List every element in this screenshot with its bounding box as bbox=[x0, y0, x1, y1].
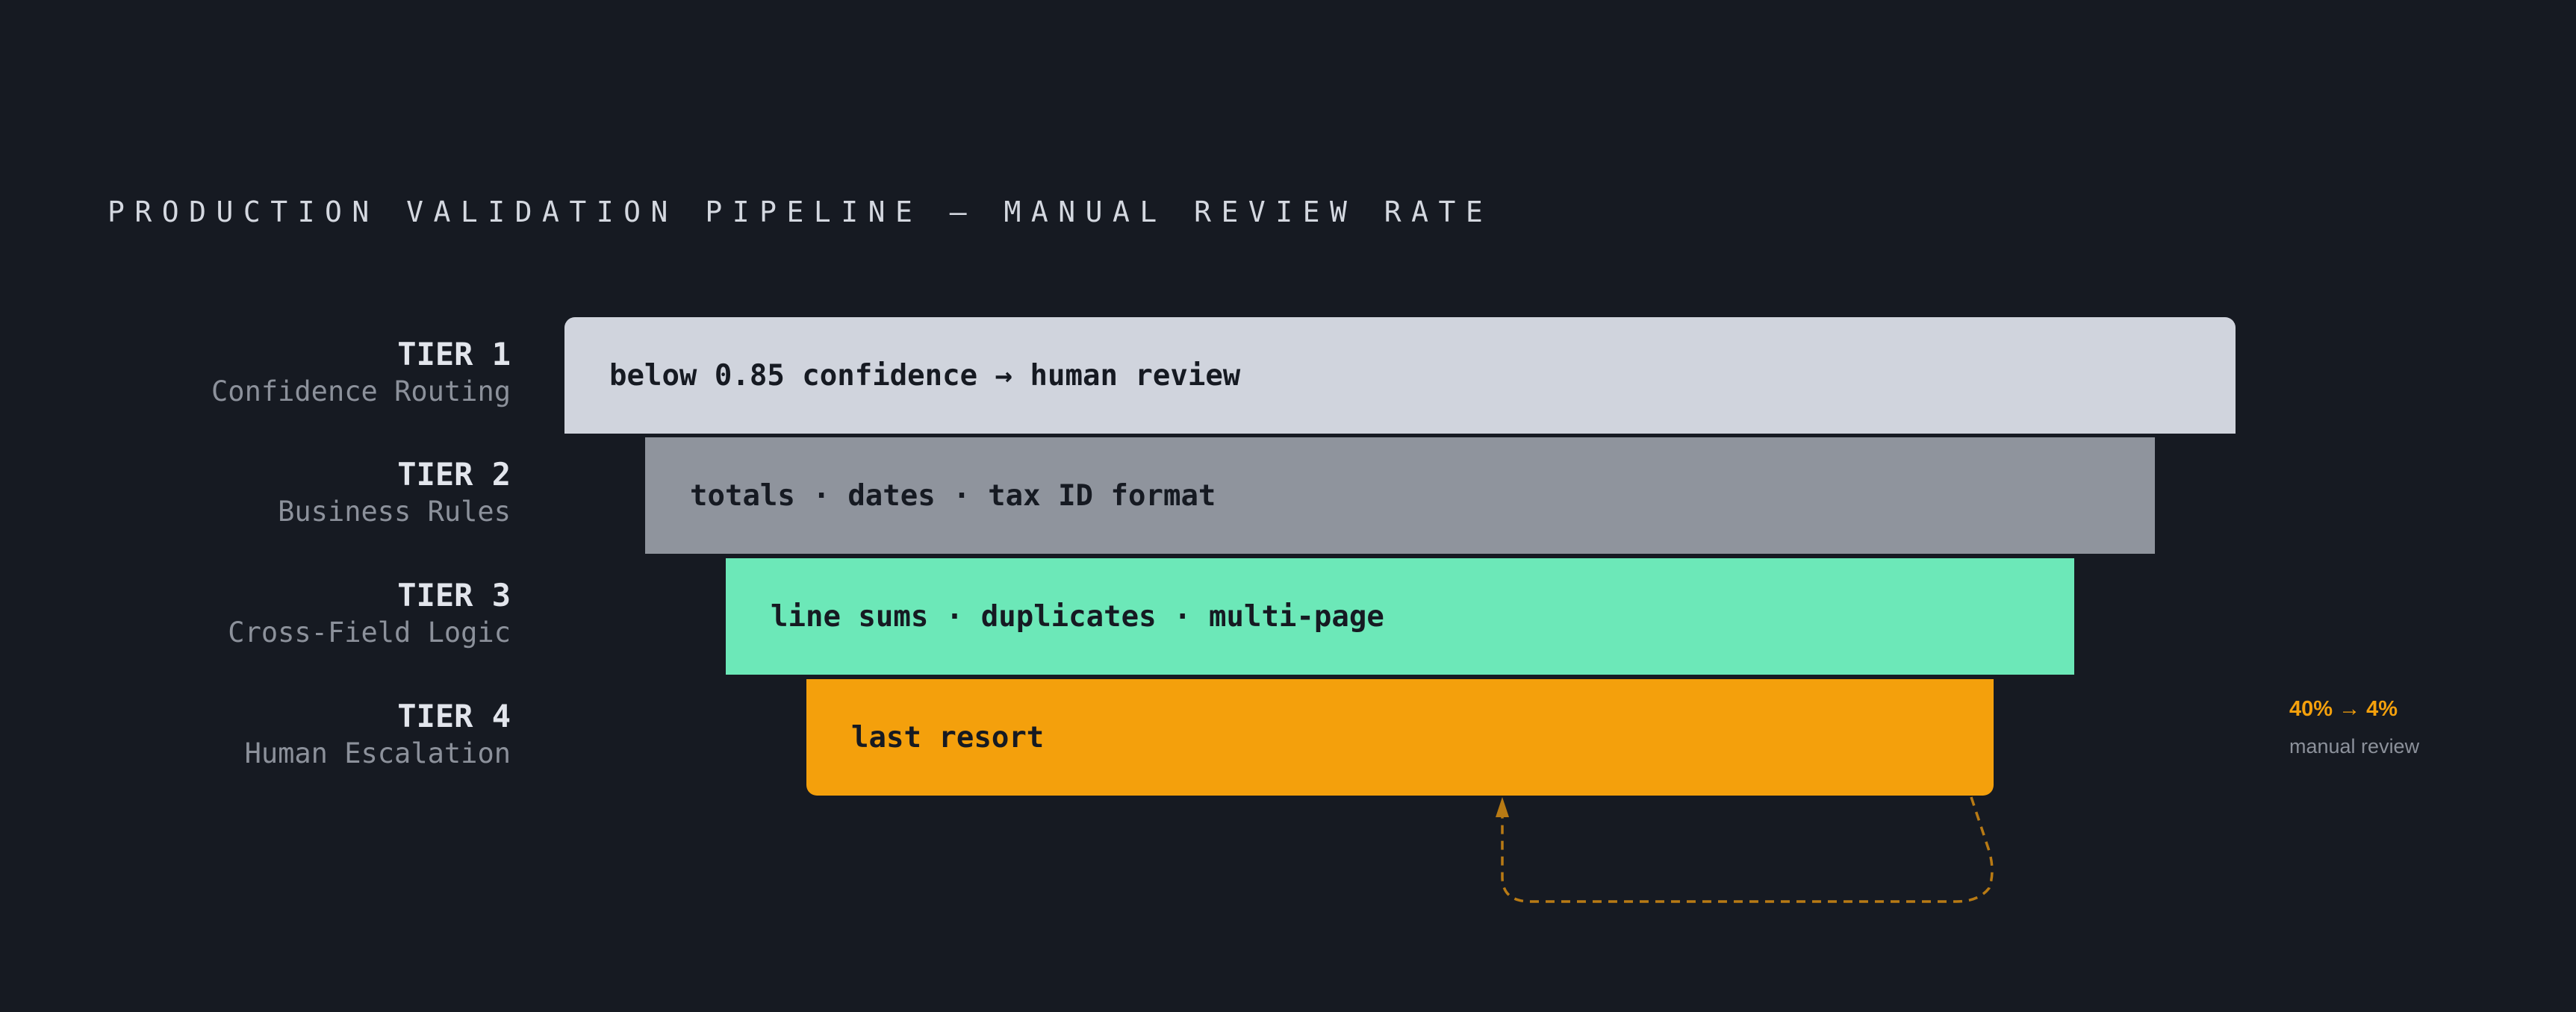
feedback-loop-arrow bbox=[1496, 796, 1994, 903]
review-rate-value: 40% → 4% bbox=[2289, 697, 2398, 721]
review-rate-caption: manual review bbox=[2289, 735, 2420, 758]
arrow-head-icon bbox=[1496, 797, 1509, 817]
